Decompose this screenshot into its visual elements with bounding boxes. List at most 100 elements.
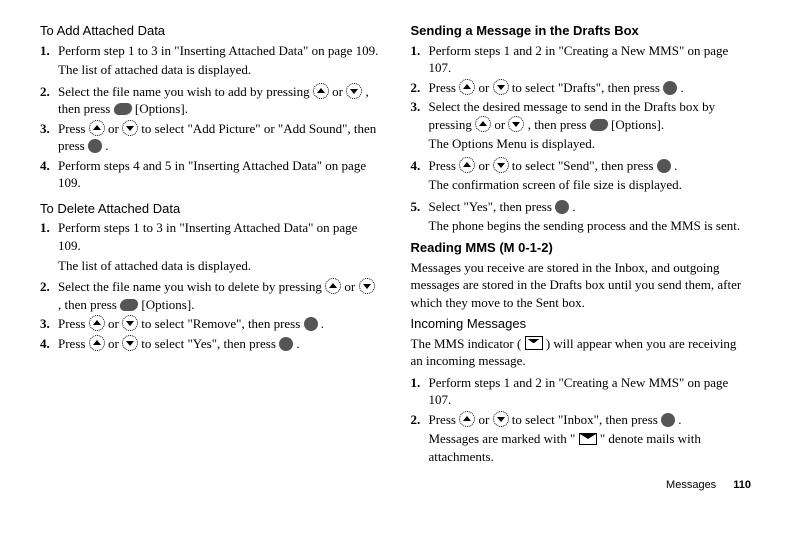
list-item: 4. Perform steps 4 and 5 in "Inserting A… — [40, 157, 381, 192]
step-text: or — [108, 316, 122, 331]
step-subtext: Messages are marked with " " denote mail… — [429, 430, 752, 465]
step-body: Perform steps 1 and 2 in "Creating a New… — [429, 42, 752, 77]
list-item: 1. Perform steps 1 to 3 in "Inserting At… — [40, 219, 381, 254]
up-icon — [459, 157, 475, 173]
step-text: Select the file name you wish to add by … — [58, 84, 313, 99]
step-body: Select the desired message to send in th… — [429, 98, 752, 133]
down-icon — [359, 278, 375, 294]
step-body: Press or to select "Inbox", then press . — [429, 411, 752, 429]
step-subtext: The phone begins the sending process and… — [429, 217, 752, 235]
list-item: 2. Select the file name you wish to dele… — [40, 278, 381, 313]
down-icon — [122, 335, 138, 351]
softkey-icon — [113, 103, 133, 115]
step-number: 2. — [40, 83, 58, 118]
step-body: Select the file name you wish to add by … — [58, 83, 381, 118]
step-number: 2. — [411, 79, 429, 97]
step-number: 1. — [40, 219, 58, 254]
step-text: , then press — [528, 117, 590, 132]
list-item: 2. Press or to select "Inbox", then pres… — [411, 411, 752, 429]
reading-body-text: Messages you receive are stored in the I… — [411, 259, 752, 312]
step-subtext: The list of attached data is displayed. — [58, 257, 381, 275]
list-item: 5. Select "Yes", then press . — [411, 198, 752, 216]
heading-delete-attached: To Delete Attached Data — [40, 200, 381, 218]
sub-pre: Messages are marked with " — [429, 431, 576, 446]
add-steps-list: 1. Perform step 1 to 3 in "Inserting Att… — [40, 42, 381, 192]
send-steps-list: 1. Perform steps 1 and 2 in "Creating a … — [411, 42, 752, 235]
step-text: or — [108, 336, 122, 351]
step-number: 1. — [411, 42, 429, 77]
delete-steps-list: 1. Perform steps 1 to 3 in "Inserting At… — [40, 219, 381, 352]
step-text: or — [478, 412, 492, 427]
step-text: or — [478, 80, 492, 95]
step-body: Select the file name you wish to delete … — [58, 278, 381, 313]
list-item: 3. Press or to select "Remove", then pre… — [40, 315, 381, 333]
step-text: to select "Yes", then press — [141, 336, 279, 351]
list-item: 2. Press or to select "Drafts", then pre… — [411, 79, 752, 97]
incoming-steps-list: 1. Perform steps 1 and 2 in "Creating a … — [411, 374, 752, 466]
down-icon — [493, 157, 509, 173]
step-number: 2. — [411, 411, 429, 429]
down-icon — [493, 411, 509, 427]
step-body: Press or to select "Add Picture" or "Add… — [58, 120, 381, 155]
heading-sending-drafts: Sending a Message in the Drafts Box — [411, 22, 752, 40]
step-text: to select "Drafts", then press — [512, 80, 663, 95]
ok-key-icon — [88, 139, 102, 153]
ok-key-icon — [555, 200, 569, 214]
footer-section: Messages — [666, 479, 716, 491]
list-item: 3. Press or to select "Add Picture" or "… — [40, 120, 381, 155]
down-icon — [508, 116, 524, 132]
step-text: Perform steps 1 to 3 in "Inserting Attac… — [58, 220, 357, 253]
step-number: 3. — [40, 120, 58, 155]
heading-incoming: Incoming Messages — [411, 315, 752, 333]
list-item: 1. Perform step 1 to 3 in "Inserting Att… — [40, 42, 381, 60]
step-number: 1. — [40, 42, 58, 60]
left-column: To Add Attached Data 1. Perform step 1 t… — [40, 22, 381, 470]
step-number: 4. — [40, 335, 58, 353]
step-body: Perform steps 1 and 2 in "Creating a New… — [429, 374, 752, 409]
list-item: 3. Select the desired message to send in… — [411, 98, 752, 133]
step-body: Perform steps 1 to 3 in "Inserting Attac… — [58, 219, 381, 254]
step-text: . — [572, 199, 575, 214]
right-column: Sending a Message in the Drafts Box 1. P… — [411, 22, 752, 470]
step-text: or — [494, 117, 508, 132]
down-icon — [346, 83, 362, 99]
step-text: . — [674, 158, 677, 173]
incoming-pre: The MMS indicator ( — [411, 336, 522, 351]
ok-key-icon — [663, 81, 677, 95]
step-text: Perform step 1 to 3 in "Inserting Attach… — [58, 43, 378, 58]
list-item: 1. Perform steps 1 and 2 in "Creating a … — [411, 374, 752, 409]
step-text: or — [344, 279, 358, 294]
up-icon — [459, 411, 475, 427]
softkey-icon — [589, 119, 609, 131]
attachment-envelope-icon — [579, 433, 597, 445]
step-text: Press — [429, 412, 460, 427]
page-footer: Messages 110 — [40, 478, 751, 493]
step-text: . — [321, 316, 324, 331]
step-text: or — [478, 158, 492, 173]
mms-indicator-icon — [525, 336, 543, 350]
step-number: 4. — [40, 157, 58, 192]
step-text: Press — [58, 336, 89, 351]
step-text: Press — [58, 316, 89, 331]
step-text: [Options]. — [141, 297, 194, 312]
step-text: to select "Inbox", then press — [512, 412, 661, 427]
step-subtext: The confirmation screen of file size is … — [429, 176, 752, 194]
step-body: Press or to select "Drafts", then press … — [429, 79, 752, 97]
step-text: . — [296, 336, 299, 351]
step-subtext: The list of attached data is displayed. — [58, 61, 381, 79]
down-icon — [493, 79, 509, 95]
step-number: 2. — [40, 278, 58, 313]
step-text: . — [678, 412, 681, 427]
step-body: Perform steps 4 and 5 in "Inserting Atta… — [58, 157, 381, 192]
step-text: Perform steps 1 and 2 in "Creating a New… — [429, 43, 729, 76]
up-icon — [89, 335, 105, 351]
list-item: 2. Select the file name you wish to add … — [40, 83, 381, 118]
step-text: , then press — [58, 297, 120, 312]
step-text: Select the file name you wish to delete … — [58, 279, 325, 294]
ok-key-icon — [304, 317, 318, 331]
list-item: 1. Perform steps 1 and 2 in "Creating a … — [411, 42, 752, 77]
ok-key-icon — [661, 413, 675, 427]
step-text: . — [680, 80, 683, 95]
step-text: to select "Remove", then press — [141, 316, 303, 331]
heading-add-attached: To Add Attached Data — [40, 22, 381, 40]
